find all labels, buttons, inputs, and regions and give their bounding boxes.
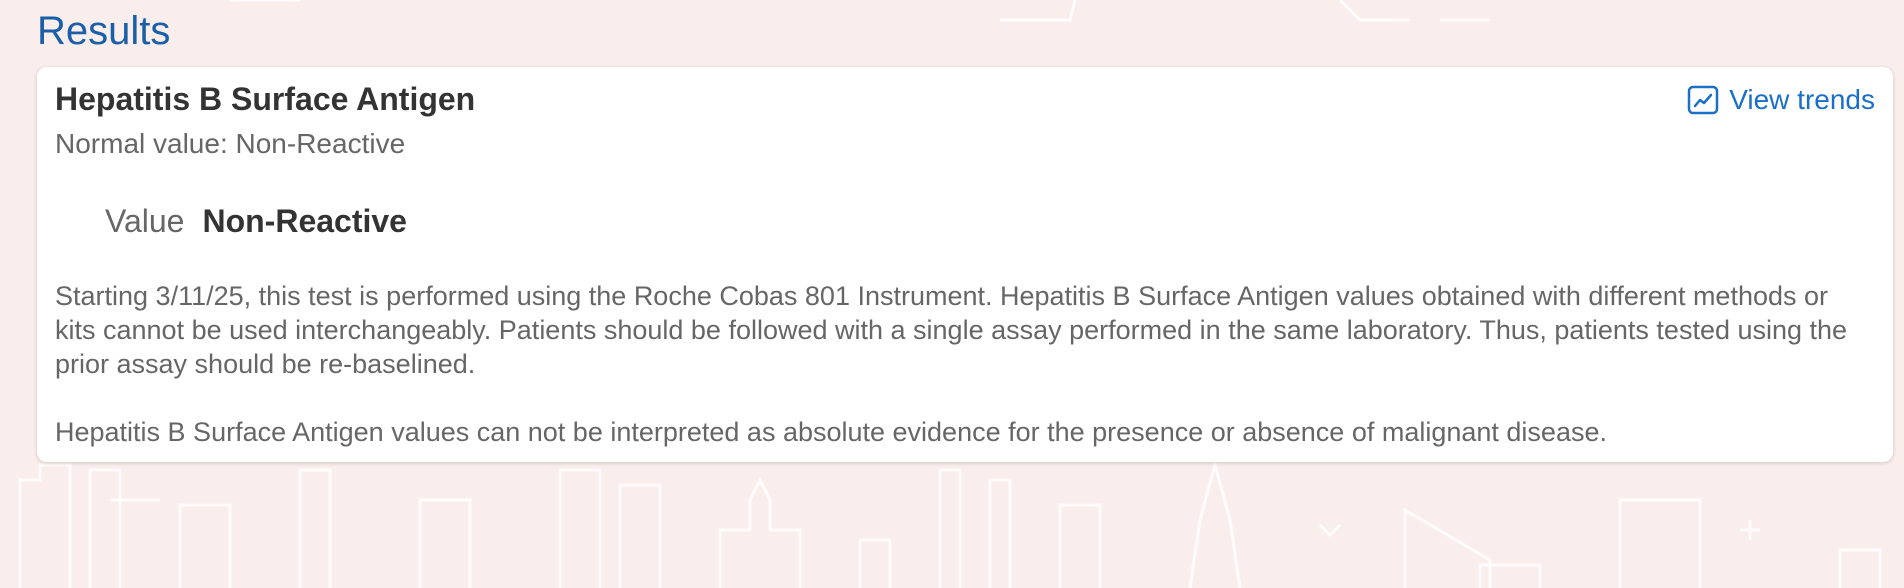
result-card: Hepatitis B Surface Antigen View trends … [37,67,1893,462]
result-note: Hepatitis B Surface Antigen values can n… [55,417,1607,447]
page-title: Results [37,9,171,53]
line-chart-icon [1687,85,1719,115]
normal-value: Normal value: Non-Reactive [55,128,406,159]
view-trends-label: View trends [1729,84,1875,115]
view-trends-link[interactable]: View trends [1687,83,1875,117]
result-value: Non-Reactive [202,203,407,239]
test-name: Hepatitis B Surface Antigen [55,81,476,117]
value-label: Value [105,203,185,239]
value-row: Value Non-Reactive [105,201,407,241]
result-note: Starting 3/11/25, this test is performed… [55,281,1848,379]
